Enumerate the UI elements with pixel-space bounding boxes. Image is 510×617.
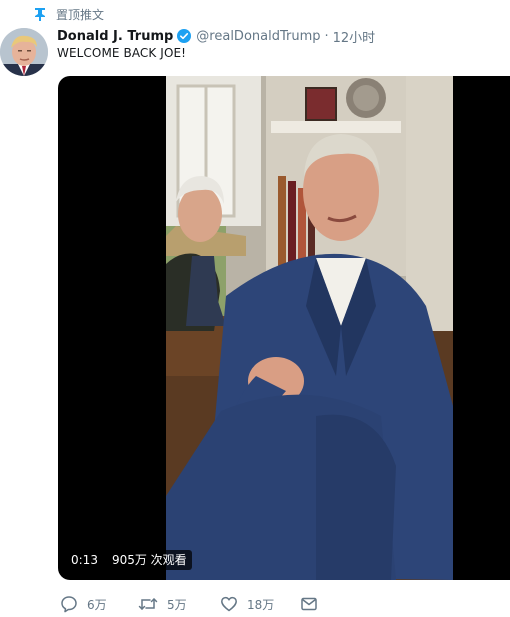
retweet-icon bbox=[138, 595, 158, 613]
video-player[interactable]: 0:13 905万 次观看 bbox=[58, 76, 510, 580]
like-count: 18万 bbox=[247, 597, 275, 612]
pin-icon bbox=[34, 7, 46, 21]
video-overlay: 0:13 905万 次观看 bbox=[66, 550, 192, 570]
retweet-count: 5万 bbox=[167, 597, 187, 612]
reply-count: 6万 bbox=[87, 597, 107, 612]
tweet-header: Donald J. Trump @realDonaldTrump · 12小时 bbox=[57, 26, 510, 46]
retweet-button[interactable]: 5万 bbox=[138, 595, 220, 613]
video-frame bbox=[166, 76, 453, 580]
video-view-count: 905万 次观看 bbox=[106, 550, 192, 570]
tweet-text: WELCOME BACK JOE! bbox=[57, 46, 187, 60]
like-heart-icon bbox=[220, 595, 238, 613]
direct-message-button[interactable] bbox=[300, 595, 318, 613]
tweet-timestamp[interactable]: 12小时 bbox=[333, 27, 376, 46]
reply-icon bbox=[60, 595, 78, 613]
video-duration: 0:13 bbox=[66, 550, 103, 570]
verified-badge-icon bbox=[177, 29, 192, 43]
avatar[interactable] bbox=[0, 28, 48, 76]
reply-button[interactable]: 6万 bbox=[60, 595, 138, 613]
pinned-tweet-indicator: 置顶推文 bbox=[34, 6, 104, 22]
separator-dot: · bbox=[324, 28, 329, 44]
tweet-actions: 6万 5万 18万 bbox=[60, 594, 318, 614]
direct-message-icon bbox=[300, 595, 318, 613]
pinned-label: 置顶推文 bbox=[56, 7, 105, 22]
like-button[interactable]: 18万 bbox=[220, 595, 300, 613]
author-handle[interactable]: @realDonaldTrump bbox=[196, 29, 320, 44]
author-name[interactable]: Donald J. Trump bbox=[57, 29, 173, 44]
